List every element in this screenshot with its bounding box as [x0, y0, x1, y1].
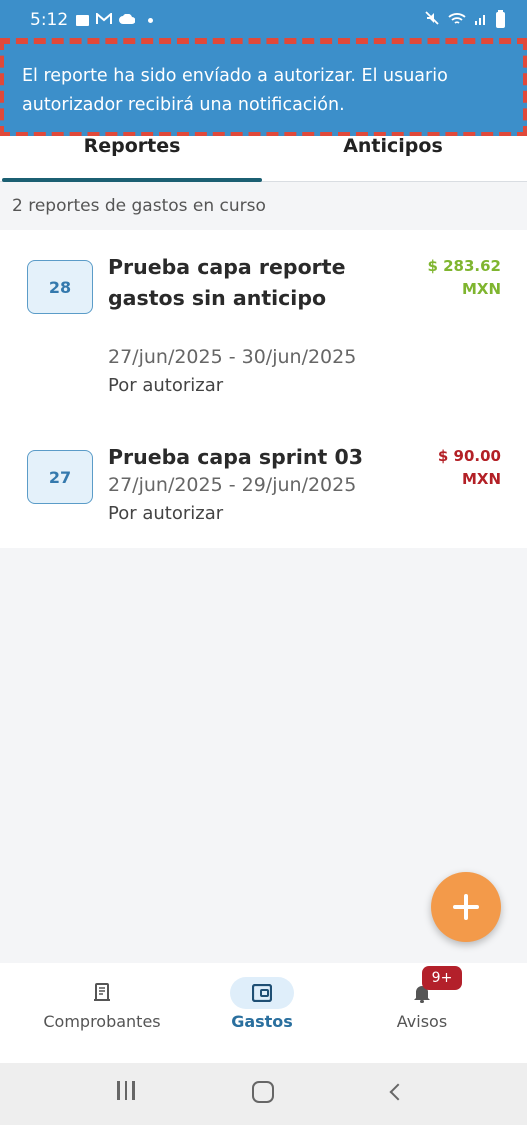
cloud-icon [119, 13, 136, 27]
battery-icon [496, 10, 505, 28]
report-dates: 27/jun/2025 - 30/jun/2025 [108, 346, 357, 368]
system-navigation-bar [0, 1063, 527, 1125]
report-amount: $ 90.00 MXN [438, 445, 501, 491]
report-amount-value: $ 90.00 [437, 447, 501, 465]
signal-icon [474, 11, 488, 30]
report-amount: $ 283.62 MXN [427, 255, 501, 301]
nav-label: Avisos [396, 1012, 448, 1031]
status-time: 5:12 [30, 10, 69, 30]
report-card[interactable]: 27 Prueba capa sprint 03 $ 90.00 MXN 27/… [0, 420, 527, 548]
report-list: 28 Prueba capa reporte gastos sin antici… [0, 230, 527, 548]
report-id-badge: 27 [27, 450, 93, 504]
home-button[interactable] [252, 1081, 274, 1103]
mute-icon [424, 10, 440, 30]
status-bar: 5:12 [0, 0, 527, 40]
more-notifications-icon [148, 17, 154, 23]
wifi-icon [448, 11, 466, 30]
report-currency: MXN [461, 280, 501, 298]
report-card[interactable]: 28 Prueba capa reporte gastos sin antici… [0, 230, 527, 420]
report-dates: 27/jun/2025 - 29/jun/2025 [108, 474, 357, 496]
report-amount-value: $ 283.62 [427, 257, 501, 275]
report-title: Prueba capa reporte gastos sin anticipo [108, 255, 346, 310]
back-button[interactable] [389, 1083, 407, 1101]
report-currency: MXN [461, 470, 501, 488]
notification-count-badge: 9+ [422, 966, 462, 990]
report-title: Prueba capa sprint 03 [108, 445, 363, 469]
nav-comprobantes[interactable]: Comprobantes [22, 977, 182, 1031]
tab-anticipos[interactable]: Anticipos [263, 136, 523, 181]
wallet-icon [230, 977, 294, 1009]
add-report-button[interactable] [431, 872, 501, 942]
notification-banner: El reporte ha sido envíado a autorizar. … [0, 38, 527, 138]
gallery-icon [76, 14, 90, 26]
tab-reportes[interactable]: Reportes [2, 136, 262, 181]
receipt-icon [70, 977, 134, 1009]
nav-label: Gastos [231, 1012, 293, 1031]
report-status: Por autorizar [108, 503, 224, 524]
gmail-icon [96, 11, 113, 28]
nav-gastos[interactable]: Gastos [182, 977, 342, 1031]
plus-icon [453, 894, 479, 920]
tab-bar: Reportes Anticipos [0, 136, 527, 182]
reports-summary: 2 reportes de gastos en curso [12, 196, 266, 216]
report-id-badge: 28 [27, 260, 93, 314]
nav-label: Comprobantes [43, 1012, 161, 1031]
recents-button[interactable] [117, 1081, 135, 1100]
report-status: Por autorizar [108, 375, 224, 396]
active-tab-indicator [2, 178, 262, 182]
